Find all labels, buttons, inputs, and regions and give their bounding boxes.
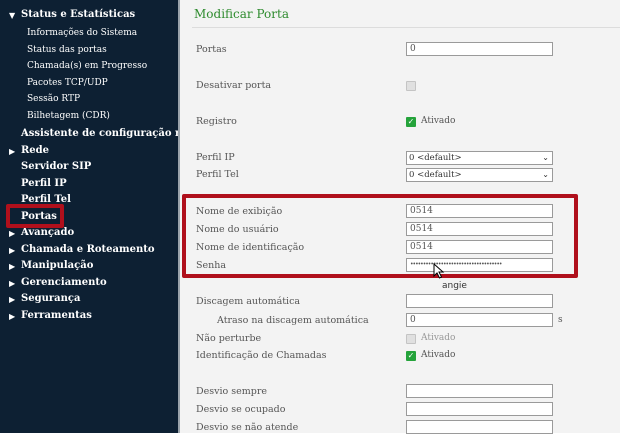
sidebar-item-label: Ferramentas: [21, 310, 92, 321]
sidebar-item-label: Servidor SIP: [21, 161, 92, 172]
sidebar-item-label: Perfil IP: [21, 178, 67, 189]
desvio-nao-atende-input[interactable]: [406, 420, 553, 434]
caret-right-icon: ▶: [9, 261, 16, 271]
perfil-ip-label: Perfil IP: [196, 152, 235, 163]
desvio-nao-atende-label: Desvio se não atende: [196, 422, 299, 433]
registro-label: Registro: [196, 116, 237, 127]
sidebar-item-label: Rede: [21, 145, 50, 156]
atraso-discagem-input[interactable]: 0: [406, 313, 553, 327]
desvio-sempre-label: Desvio sempre: [196, 386, 268, 397]
desvio-sempre-input[interactable]: [406, 384, 553, 398]
perfil-ip-value: 0 <default>: [409, 153, 462, 163]
caret-right-icon: ▶: [9, 146, 16, 156]
portas-input[interactable]: 0: [406, 42, 553, 56]
chevron-down-icon: ⌄: [542, 153, 549, 162]
sidebar-item-label: Informações do Sistema: [27, 28, 138, 38]
sidebar-item-label: Status das portas: [27, 45, 107, 55]
portas-highlight-annotation: [6, 204, 64, 228]
sidebar-item-label: Chamada e Roteamento: [21, 244, 155, 255]
checkmark-icon: ✓: [407, 117, 415, 126]
sidebar-item-label: Gerenciamento: [21, 277, 107, 288]
identificacao-chamadas-checkbox[interactable]: ✓: [406, 351, 416, 361]
credentials-highlight-annotation: [182, 194, 578, 278]
checkmark-icon: ✓: [407, 351, 415, 360]
atraso-unit: s: [558, 315, 563, 325]
identificacao-chamadas-check-label: Ativado: [421, 350, 456, 360]
perfil-tel-value: 0 <default>: [409, 170, 462, 180]
sidebar-item-label: Chamada(s) em Progresso: [27, 61, 148, 71]
perfil-tel-select[interactable]: 0 <default> ⌄: [406, 168, 553, 182]
caret-right-icon: ▶: [9, 245, 16, 255]
sidebar-item-label: Bilhetagem (CDR): [27, 111, 110, 121]
identificacao-chamadas-label: Identificação de Chamadas: [196, 350, 327, 361]
portas-label: Portas: [196, 44, 227, 55]
mouse-pointer-icon: [433, 263, 445, 279]
caret-right-icon: ▶: [9, 311, 16, 321]
desvio-ocupado-input[interactable]: [406, 402, 553, 416]
sidebar-item-label: Manipulação: [21, 260, 94, 271]
caret-right-icon: ▶: [9, 228, 16, 238]
caret-right-icon: ▶: [9, 294, 16, 304]
caret-down-icon: ▼: [9, 10, 16, 20]
main-content: Modificar Porta Portas 0 Desativar porta…: [180, 0, 620, 434]
chevron-down-icon: ⌄: [542, 170, 549, 179]
atraso-discagem-label: Atraso na discagem automática: [217, 315, 369, 326]
nao-perturbe-label: Não perturbe: [196, 333, 262, 344]
registro-check-label: Ativado: [421, 116, 456, 126]
sidebar-item-label: Avançado: [21, 227, 75, 238]
sidebar-item-label: Segurança: [21, 293, 81, 304]
sidebar: ▼ Status e Estatísticas Informações do S…: [0, 0, 211, 433]
perfil-tel-label: Perfil Tel: [196, 169, 239, 180]
page-title: Modificar Porta: [194, 7, 289, 21]
desvio-ocupado-label: Desvio se ocupado: [196, 404, 286, 415]
sidebar-item-label: Status e Estatísticas: [21, 9, 136, 20]
discagem-automatica-input[interactable]: [406, 294, 553, 308]
cursor-label: angie: [442, 281, 467, 291]
caret-right-icon: ▶: [9, 278, 16, 288]
perfil-ip-select[interactable]: 0 <default> ⌄: [406, 151, 553, 165]
desativar-porta-checkbox[interactable]: [406, 81, 416, 91]
sidebar-item-label: Pacotes TCP/UDP: [27, 78, 108, 88]
sidebar-item-label: Sessão RTP: [27, 94, 81, 104]
registro-checkbox[interactable]: ✓: [406, 117, 416, 127]
nao-perturbe-checkbox[interactable]: [406, 334, 416, 344]
title-divider: [192, 27, 620, 28]
desativar-porta-label: Desativar porta: [196, 80, 272, 91]
nao-perturbe-check-label: Ativado: [421, 333, 456, 343]
discagem-automatica-label: Discagem automática: [196, 296, 301, 307]
